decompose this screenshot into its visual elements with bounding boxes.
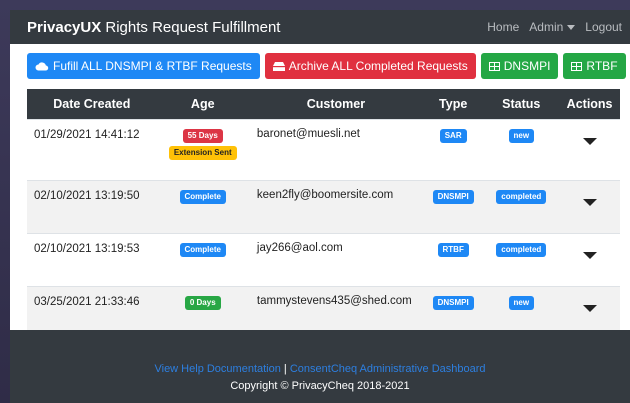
date-cell: 01/29/2021 14:41:12 (27, 119, 157, 181)
customer-cell: baronet@muesli.net (248, 119, 423, 181)
dnsmpi-button[interactable]: DNSMPI (480, 53, 559, 79)
age-cell: Complete (156, 180, 249, 234)
footer-links: View Help Documentation | ConsentCheq Ad… (10, 363, 630, 375)
table-row: 01/29/2021 14:41:12 55 Days Extension Se… (27, 119, 620, 181)
status-cell: new (483, 119, 560, 181)
copyright-text: Copyright © PrivacyCheq 2018-2021 (230, 380, 410, 392)
dnsmpi-label: DNSMPI (503, 59, 551, 73)
age-cell: Complete (156, 233, 249, 287)
app-frame: PrivacyUX Rights Request Fulfillment Hom… (10, 10, 630, 403)
page-footer: View Help Documentation | ConsentCheq Ad… (10, 330, 630, 403)
brand-name: PrivacyUX (27, 18, 102, 36)
table-row: 02/10/2021 13:19:53 Complete jay266@aol.… (27, 233, 620, 287)
status-badge: completed (496, 243, 547, 257)
dashboard-link[interactable]: ConsentCheq Administrative Dashboard (290, 363, 486, 375)
status-badge: new (508, 129, 535, 143)
table-icon (488, 61, 500, 71)
app-brand[interactable]: PrivacyUX Rights Request Fulfillment (27, 19, 280, 36)
age-badge: Complete (179, 243, 226, 257)
actions-cell (559, 233, 620, 287)
nav-admin-label: Admin (529, 20, 564, 34)
type-badge: DNSMPI (432, 296, 474, 310)
cloud-icon (35, 62, 49, 71)
fulfill-all-button[interactable]: Fufill ALL DNSMPI & RTBF Requests (27, 53, 260, 79)
table-row: 02/10/2021 13:19:50 Complete keen2fly@bo… (27, 180, 620, 234)
requests-table: Date Created Age Customer Type Status Ac… (27, 89, 620, 339)
actions-cell (559, 119, 620, 181)
table-icon (571, 61, 583, 71)
actions-cell (559, 180, 620, 234)
date-cell: 02/10/2021 13:19:53 (27, 233, 157, 287)
header-status[interactable]: Status (483, 89, 560, 120)
help-docs-link[interactable]: View Help Documentation (154, 363, 280, 375)
header-type[interactable]: Type (422, 89, 484, 120)
archive-icon (272, 62, 285, 71)
status-cell: completed (483, 233, 560, 287)
top-navbar: PrivacyUX Rights Request Fulfillment Hom… (10, 10, 630, 44)
type-badge: SAR (439, 129, 467, 143)
status-badge: new (508, 296, 535, 310)
age-badge: 55 Days (182, 129, 223, 143)
type-cell: DNSMPI (422, 180, 484, 234)
nav-links: Home Admin Logout (487, 20, 630, 34)
archive-all-label: Archive ALL Completed Requests (288, 59, 468, 73)
header-customer[interactable]: Customer (248, 89, 423, 120)
status-badge: completed (496, 190, 547, 204)
table-header-row: Date Created Age Customer Type Status Ac… (27, 89, 620, 120)
nav-home-link[interactable]: Home (487, 20, 519, 34)
status-cell: completed (483, 180, 560, 234)
customer-cell: keen2fly@boomersite.com (248, 180, 423, 234)
caret-down-icon (567, 25, 576, 31)
rtbf-label: RTBF (586, 59, 618, 73)
rtbf-button[interactable]: RTBF (563, 53, 626, 79)
age-badge: 0 Days (184, 296, 221, 310)
caret-down-icon[interactable] (582, 252, 597, 259)
type-badge: DNSMPI (432, 190, 474, 204)
brand-subtitle: Rights Request Fulfillment (101, 18, 281, 36)
type-cell: SAR (422, 119, 484, 181)
age-cell: 55 Days Extension Sent (156, 119, 249, 181)
header-age[interactable]: Age (156, 89, 249, 120)
type-cell: RTBF (422, 233, 484, 287)
age-badge: Complete (179, 190, 226, 204)
fulfill-all-label: Fufill ALL DNSMPI & RTBF Requests (53, 59, 252, 73)
header-actions: Actions (559, 89, 620, 120)
caret-down-icon[interactable] (582, 305, 597, 312)
header-date-created[interactable]: Date Created (27, 89, 157, 120)
archive-all-button[interactable]: Archive ALL Completed Requests (264, 53, 476, 79)
date-cell: 02/10/2021 13:19:50 (27, 180, 157, 234)
nav-admin-dropdown[interactable]: Admin (529, 20, 576, 34)
caret-down-icon[interactable] (582, 138, 597, 145)
extension-badge: Extension Sent (168, 146, 237, 160)
type-badge: RTBF (437, 243, 469, 257)
action-toolbar: Fufill ALL DNSMPI & RTBF Requests Archiv… (10, 44, 630, 79)
footer-separator: | (283, 363, 287, 375)
nav-logout-link[interactable]: Logout (585, 20, 622, 34)
caret-down-icon[interactable] (582, 199, 597, 206)
customer-cell: jay266@aol.com (248, 233, 423, 287)
